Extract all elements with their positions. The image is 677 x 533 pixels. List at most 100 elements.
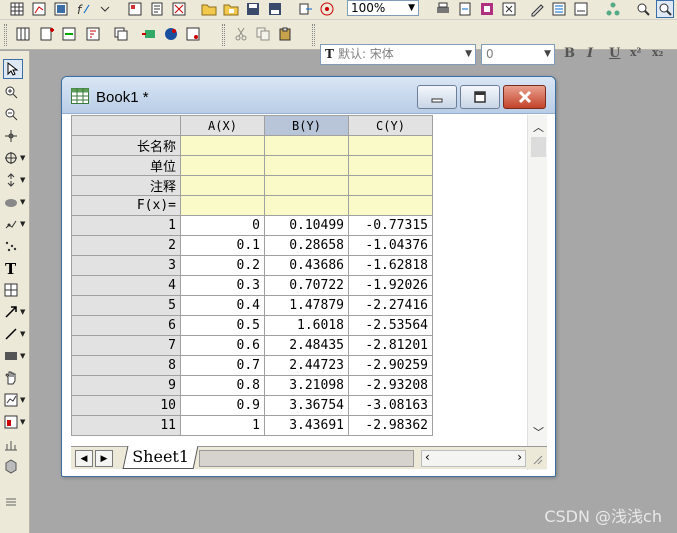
scroll-thumb[interactable] <box>531 137 546 157</box>
cell-b[interactable]: 0.28658 <box>264 235 349 256</box>
toolbar-grip[interactable] <box>4 24 7 46</box>
cell-a[interactable]: 0 <box>180 215 265 236</box>
cell-a[interactable]: 1 <box>180 415 265 436</box>
sort-icon[interactable] <box>84 25 102 43</box>
data-selector-icon[interactable]: ▼ <box>3 170 27 190</box>
row-number[interactable]: 6 <box>71 315 181 336</box>
cell-b[interactable]: 0.10499 <box>264 215 349 236</box>
meta-cell[interactable] <box>180 135 265 156</box>
import-icon[interactable] <box>296 0 314 18</box>
meta-cell[interactable] <box>264 135 349 156</box>
cell-b[interactable]: 3.21098 <box>264 375 349 396</box>
insert-graph-icon[interactable]: ▼ <box>3 390 27 410</box>
row-number[interactable]: 10 <box>71 395 181 416</box>
results-log-icon[interactable] <box>550 0 568 18</box>
new-layout-icon[interactable] <box>126 0 144 18</box>
cell-a[interactable]: 0.2 <box>180 255 265 276</box>
meta-cell[interactable] <box>264 155 349 176</box>
close-button[interactable] <box>503 85 546 109</box>
zoom-out-icon[interactable] <box>3 104 27 124</box>
cell-b[interactable]: 1.6018 <box>264 315 349 336</box>
meta-cell[interactable] <box>348 175 433 196</box>
cell-c[interactable]: -2.98362 <box>348 415 433 436</box>
minimize-button[interactable] <box>417 85 457 109</box>
underline-button[interactable]: U <box>609 46 620 61</box>
project-explorer-icon[interactable] <box>604 0 622 18</box>
scroll-right-icon[interactable]: › <box>517 450 522 464</box>
toolbar-grip[interactable] <box>222 24 225 46</box>
row-number[interactable]: 11 <box>71 415 181 436</box>
cell-c[interactable]: -2.90259 <box>348 355 433 376</box>
line-tool-icon[interactable]: ▼ <box>3 324 27 344</box>
horizontal-scrollbar[interactable]: ‹ › <box>421 450 526 467</box>
command-window-icon[interactable] <box>572 0 590 18</box>
column-header-b[interactable]: B(Y) <box>264 115 349 136</box>
row-number[interactable]: 1 <box>71 215 181 236</box>
meta-cell[interactable] <box>348 155 433 176</box>
zoom-tool-icon[interactable] <box>634 0 652 18</box>
prev-sheet-icon[interactable]: ◀ <box>75 450 93 467</box>
cell-c[interactable]: -1.62818 <box>348 255 433 276</box>
italic-button[interactable]: I <box>587 46 593 61</box>
row-number[interactable]: 9 <box>71 375 181 396</box>
cell-c[interactable]: -2.93208 <box>348 375 433 396</box>
meta-cell[interactable] <box>264 195 349 216</box>
cell-b[interactable]: 2.48435 <box>264 335 349 356</box>
cell-a[interactable]: 0.4 <box>180 295 265 316</box>
scroll-down-icon[interactable]: ﹀ <box>533 424 544 440</box>
window-titlebar[interactable]: Book1 * <box>62 77 555 114</box>
font-name-combo[interactable]: T 默认: 宋体 ▼ <box>320 44 476 65</box>
new-matrix-icon[interactable] <box>52 0 70 18</box>
row-number[interactable]: 8 <box>71 355 181 376</box>
cell-b[interactable]: 0.70722 <box>264 275 349 296</box>
row-number[interactable]: 7 <box>71 335 181 356</box>
save-template-icon[interactable] <box>266 0 284 18</box>
meta-cell[interactable] <box>264 175 349 196</box>
text-tool-icon[interactable]: T <box>3 258 27 278</box>
font-size-combo[interactable]: 0 ▼ <box>481 44 555 65</box>
add-axis-icon[interactable] <box>3 280 27 300</box>
cell-b[interactable]: 3.43691 <box>264 415 349 436</box>
cell-a[interactable]: 0.7 <box>180 355 265 376</box>
new-workbook-icon[interactable] <box>8 0 26 18</box>
refresh-icon[interactable] <box>500 0 518 18</box>
pointer-icon[interactable] <box>3 59 23 79</box>
arrow-tool-icon[interactable]: ▼ <box>3 302 27 322</box>
row-number[interactable]: 3 <box>71 255 181 276</box>
cell-a[interactable]: 0.8 <box>180 375 265 396</box>
cell-b[interactable]: 1.47879 <box>264 295 349 316</box>
scroll-left-icon[interactable]: ‹ <box>425 450 430 464</box>
color-fill-icon[interactable] <box>162 25 180 43</box>
duplicate-icon[interactable] <box>112 25 130 43</box>
cell-b[interactable]: 0.43686 <box>264 255 349 276</box>
zoom-in-icon[interactable] <box>3 82 27 102</box>
regional-data-selector-icon[interactable] <box>3 236 27 256</box>
cell-b[interactable]: 2.44723 <box>264 355 349 376</box>
meta-row-label[interactable]: 长名称 <box>71 135 181 156</box>
add-layer-icon[interactable] <box>140 25 158 43</box>
subscript-button[interactable]: x₂ <box>652 46 663 59</box>
new-function-icon[interactable]: f <box>74 0 92 18</box>
paste-icon[interactable] <box>276 25 294 43</box>
resize-grip-icon[interactable] <box>531 453 543 465</box>
cell-b[interactable]: 3.36754 <box>264 395 349 416</box>
cell-c[interactable]: -3.08163 <box>348 395 433 416</box>
superscript-button[interactable]: x² <box>630 46 641 59</box>
column-icon[interactable] <box>14 25 32 43</box>
more-tools-icon[interactable] <box>3 491 27 511</box>
code-builder-icon[interactable] <box>528 0 546 18</box>
print-icon[interactable] <box>434 0 452 18</box>
meta-cell[interactable] <box>348 195 433 216</box>
row-number[interactable]: 2 <box>71 235 181 256</box>
chevron-down-icon[interactable] <box>96 0 114 18</box>
draw-data-icon[interactable]: ▼ <box>3 214 27 234</box>
corner-cell[interactable] <box>71 115 181 136</box>
open-template-icon[interactable] <box>222 0 240 18</box>
cell-a[interactable]: 0.1 <box>180 235 265 256</box>
row-number[interactable]: 5 <box>71 295 181 316</box>
row-number[interactable]: 4 <box>71 275 181 296</box>
meta-cell[interactable] <box>348 135 433 156</box>
maximize-button[interactable] <box>460 85 500 109</box>
export-page-icon[interactable] <box>456 0 474 18</box>
column-header-c[interactable]: C(Y) <box>348 115 433 136</box>
